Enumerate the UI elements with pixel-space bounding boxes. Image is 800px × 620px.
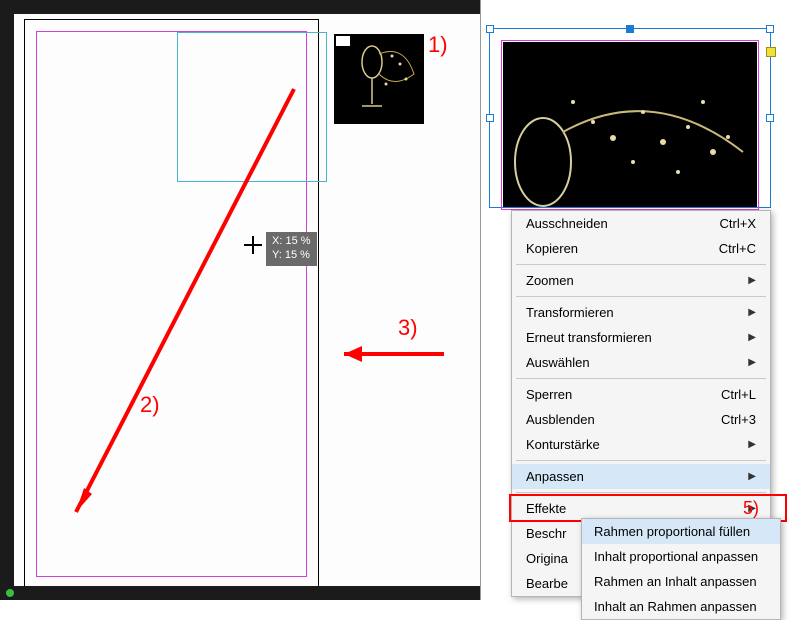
right-document-panel[interactable]: AusschneidenCtrl+X KopierenCtrl+C Zoomen… (480, 0, 800, 600)
menu-item-select[interactable]: Auswählen▶ (512, 350, 770, 375)
image-icon (336, 36, 350, 46)
status-bar (0, 586, 480, 600)
fitting-submenu[interactable]: Rahmen proportional füllen Inhalt propor… (581, 518, 781, 620)
document-canvas[interactable]: X: 15 % Y: 15 % (14, 14, 480, 600)
chevron-right-icon: ▶ (748, 332, 756, 343)
coord-x: X: 15 % (272, 235, 311, 249)
menu-item-transform[interactable]: Transformieren▶ (512, 300, 770, 325)
annotation-3: 3) (398, 315, 418, 341)
chevron-right-icon: ▶ (748, 275, 756, 286)
chevron-right-icon: ▶ (748, 357, 756, 368)
menu-item-hide[interactable]: AusblendenCtrl+3 (512, 407, 770, 432)
submenu-fit-content-proportionally[interactable]: Inhalt proportional anpassen (582, 544, 780, 569)
place-cursor-icon (244, 236, 262, 254)
link-badge-icon (766, 47, 776, 57)
menu-item-transform-again[interactable]: Erneut transformieren▶ (512, 325, 770, 350)
annotation-1: 1) (428, 32, 448, 58)
ruler-horizontal (0, 0, 480, 14)
submenu-fit-frame-to-content[interactable]: Rahmen an Inhalt anpassen (582, 569, 780, 594)
menu-item-cut[interactable]: AusschneidenCtrl+X (512, 211, 770, 236)
chevron-right-icon: ▶ (748, 439, 756, 450)
annotation-2: 2) (140, 392, 160, 418)
menu-item-stroke-weight[interactable]: Konturstärke▶ (512, 432, 770, 457)
chevron-right-icon: ▶ (748, 471, 756, 482)
menu-item-lock[interactable]: SperrenCtrl+L (512, 382, 770, 407)
menu-item-copy[interactable]: KopierenCtrl+C (512, 236, 770, 261)
place-image-thumbnail[interactable] (334, 34, 424, 124)
placed-image-preview (503, 42, 757, 207)
coord-y: Y: 15 % (272, 249, 311, 263)
ruler-vertical (0, 0, 14, 600)
menu-item-zoom[interactable]: Zoomen▶ (512, 268, 770, 293)
submenu-fill-frame-proportionally[interactable]: Rahmen proportional füllen (582, 519, 780, 544)
annotation-5: 5) (743, 498, 759, 519)
image-placement-frame[interactable] (177, 32, 327, 182)
submenu-fit-content-to-frame[interactable]: Inhalt an Rahmen anpassen (582, 594, 780, 619)
cursor-coordinates: X: 15 % Y: 15 % (266, 232, 317, 266)
chevron-right-icon: ▶ (748, 307, 756, 318)
menu-item-fitting[interactable]: Anpassen▶ (512, 464, 770, 489)
status-indicator-icon (6, 589, 14, 597)
